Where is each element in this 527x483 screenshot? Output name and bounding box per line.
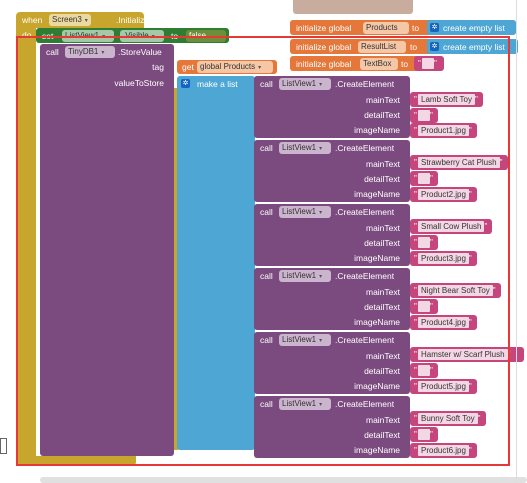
gear-icon[interactable]: ✲ (430, 23, 439, 32)
init-global-label: initialize global (296, 23, 352, 33)
workspace-edge-marker (0, 438, 7, 454)
create-empty-list-label: create empty list (443, 23, 505, 33)
when-label: when (22, 15, 43, 25)
screen-component-name: Screen3 (52, 15, 82, 24)
screen-component-dropdown[interactable]: Screen3 ▾ (49, 14, 91, 26)
when-screen-initialize-block[interactable]: when Screen3 ▾ .Initialize (16, 12, 149, 28)
initialize-event-label: .Initialize (116, 15, 150, 25)
init-global-products-block[interactable]: initialize global Products to ✲ create e… (290, 20, 516, 35)
create-empty-list-block[interactable]: ✲ create empty list (427, 20, 516, 35)
horizontal-scrollbar[interactable] (40, 477, 527, 483)
highlight-frame (16, 36, 510, 466)
products-var-name-field[interactable]: Products (363, 22, 409, 34)
to-label: to (412, 23, 420, 33)
workspace-divider (516, 0, 517, 483)
products-var-name: Products (366, 23, 398, 32)
partial-block-top (293, 0, 413, 14)
chevron-down-icon: ▾ (84, 18, 88, 24)
